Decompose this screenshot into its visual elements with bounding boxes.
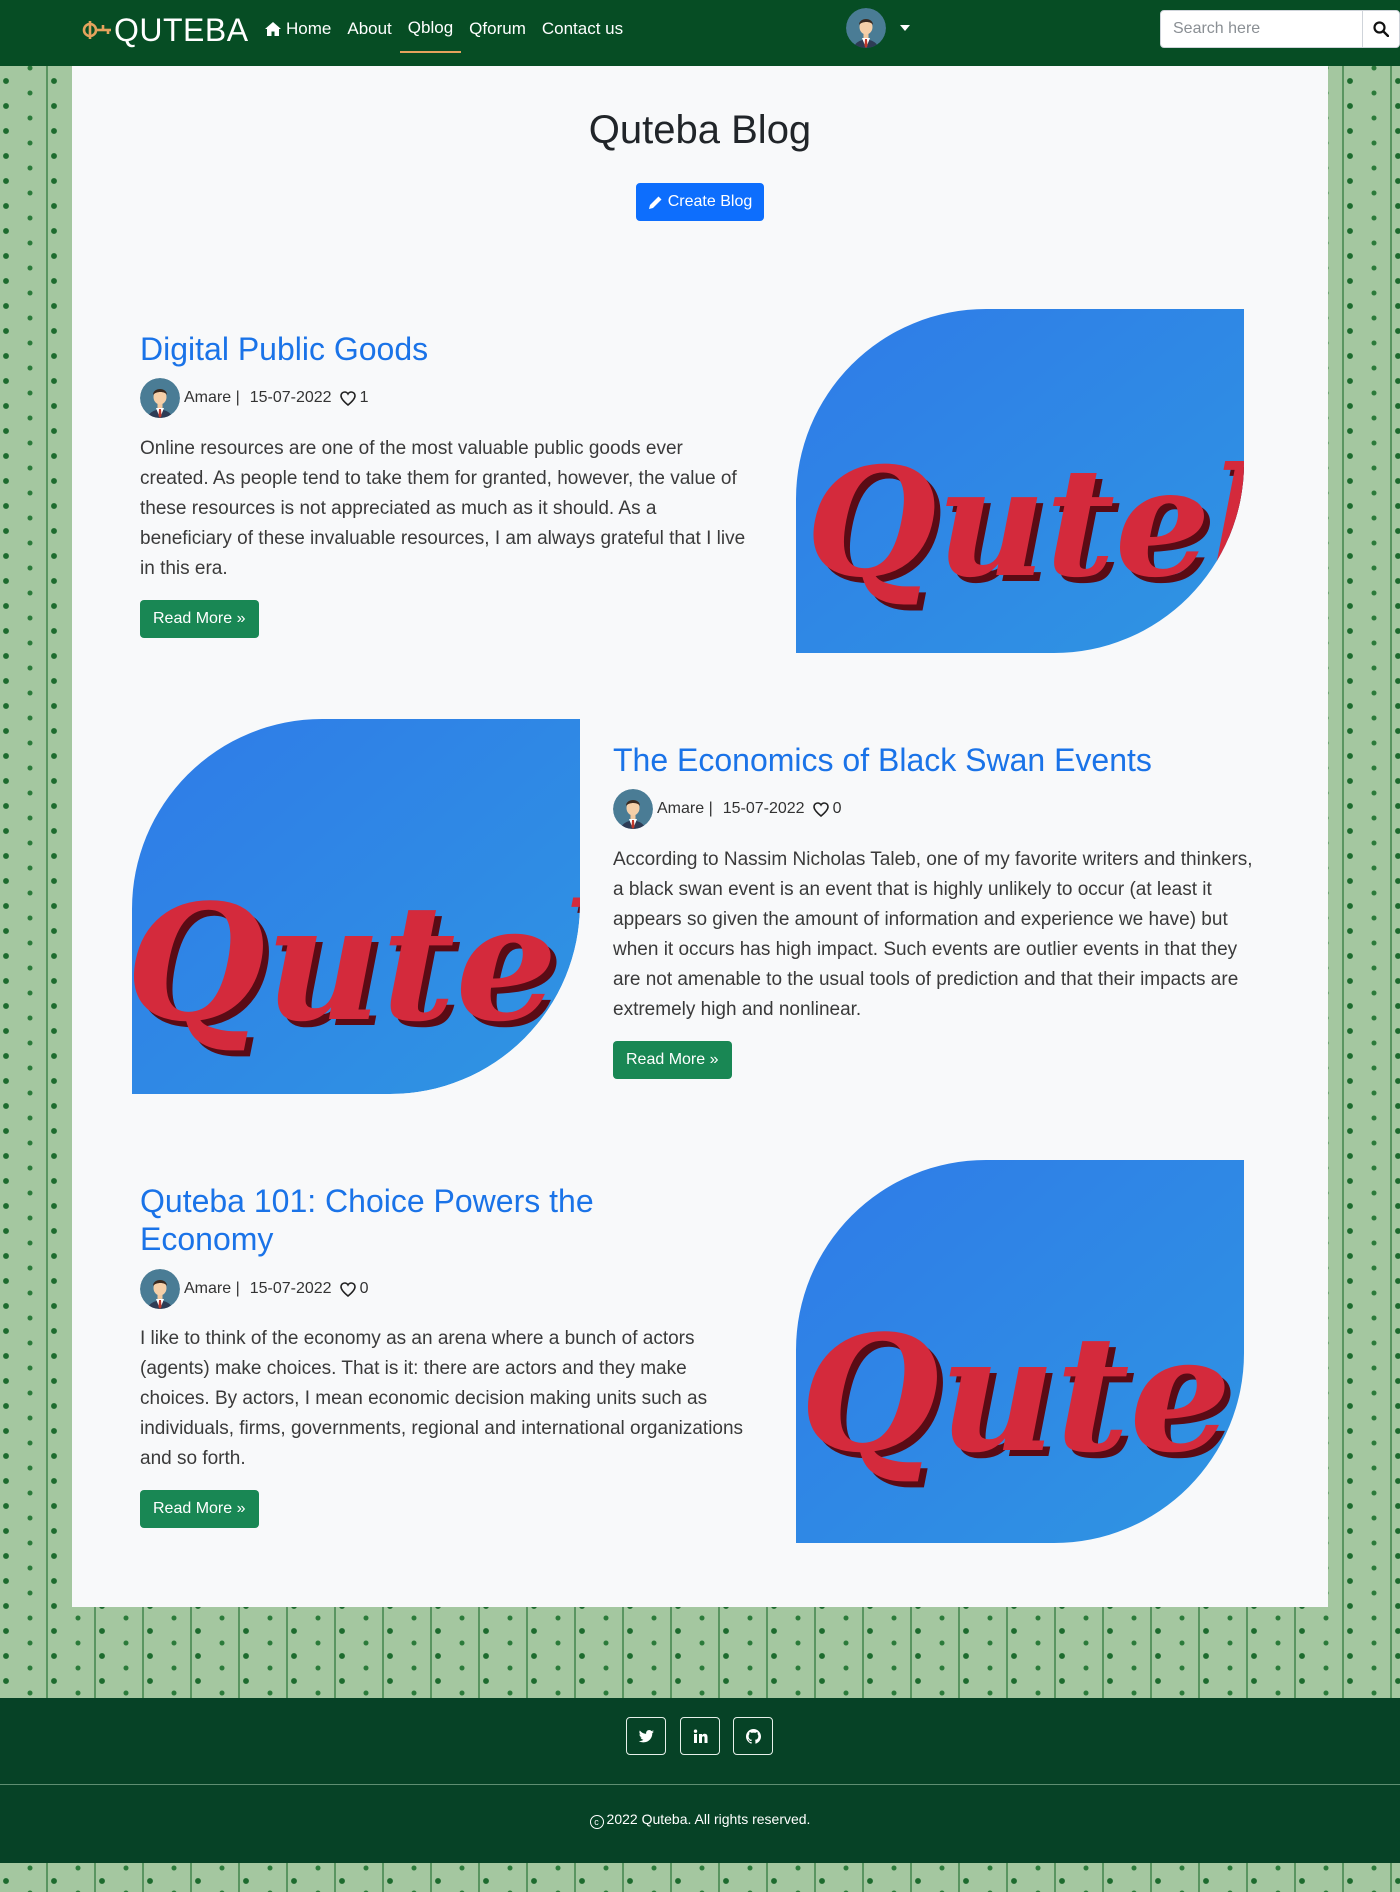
author-avatar xyxy=(140,1269,180,1309)
github-icon xyxy=(745,1728,761,1744)
nav-link-qblog[interactable]: Qblog xyxy=(399,12,462,53)
caret-down-icon xyxy=(900,25,910,31)
search-button[interactable] xyxy=(1362,11,1399,47)
post-image[interactable]: Quteba Quteba xyxy=(796,1160,1244,1543)
pencil-icon xyxy=(648,196,662,209)
nav-link-label: Qblog xyxy=(407,18,454,37)
nav-link-label: Contact us xyxy=(541,19,624,38)
create-blog-button[interactable]: Create Blog xyxy=(636,183,764,221)
like-count: 0 xyxy=(832,800,842,817)
svg-text:Quteba: Quteba xyxy=(132,869,580,1057)
twitter-icon xyxy=(638,1729,654,1742)
svg-text:Quteba: Quteba xyxy=(800,1300,1244,1488)
post-date: 15-07-2022 xyxy=(249,1280,332,1297)
avatar xyxy=(846,8,886,48)
post-date: 15-07-2022 xyxy=(249,389,332,406)
github-link[interactable] xyxy=(733,1717,773,1755)
nav-link-label: About xyxy=(347,19,392,38)
quteba-banner-image: Quteba Quteba xyxy=(796,309,1244,653)
brand-logo[interactable]: QUTEBA xyxy=(82,10,249,50)
post-image[interactable]: Quteba Quteba xyxy=(796,309,1244,653)
quteba-banner-image: Quteba Quteba xyxy=(796,1160,1244,1543)
post-title[interactable]: The Economics of Black Swan Events xyxy=(613,741,1273,779)
blog-main: Quteba Blog Create Blog Digital Public G… xyxy=(72,66,1328,1607)
quteba-logo-icon xyxy=(82,21,111,39)
post-author: Amare | xyxy=(184,1280,240,1297)
footer-social xyxy=(0,1698,1400,1784)
nav-link-about[interactable]: About xyxy=(339,12,399,53)
nav-link-qforum[interactable]: Qforum xyxy=(461,12,534,53)
copyright-icon: c xyxy=(589,1815,604,1829)
read-more-button[interactable]: Read More » xyxy=(140,1490,259,1528)
nav-link-contact[interactable]: Contact us xyxy=(534,12,631,53)
post-author: Amare | xyxy=(184,389,240,406)
linkedin-icon xyxy=(693,1729,707,1743)
post-meta: Amare | 15-07-2022 0 xyxy=(140,1269,368,1309)
search-form xyxy=(1160,10,1400,48)
nav-link-label: Qforum xyxy=(469,19,526,38)
home-icon xyxy=(265,22,281,36)
page-title: Quteba Blog xyxy=(588,108,812,152)
heart-icon[interactable] xyxy=(812,801,829,817)
search-input[interactable] xyxy=(1161,11,1362,47)
heart-icon[interactable] xyxy=(339,390,356,406)
post-excerpt: According to Nassim Nicholas Taleb, one … xyxy=(613,849,1253,1020)
post-date: 15-07-2022 xyxy=(722,800,805,817)
copyright-text: 2022 Quteba. All rights reserved. xyxy=(606,1811,811,1827)
author-avatar xyxy=(140,378,180,418)
quteba-banner-image: Quteba Quteba xyxy=(132,719,580,1094)
user-menu-toggle[interactable] xyxy=(846,8,910,48)
post-title[interactable]: Digital Public Goods xyxy=(140,330,700,368)
post-author: Amare | xyxy=(657,800,713,817)
post-meta: Amare | 15-07-2022 1 xyxy=(140,378,368,418)
author-avatar xyxy=(613,789,653,829)
nav-links: Home About Qblog Qforum Contact us xyxy=(256,12,631,53)
create-blog-label: Create Blog xyxy=(667,193,753,210)
post-excerpt: I like to think of the economy as an are… xyxy=(140,1328,744,1469)
read-more-button[interactable]: Read More » xyxy=(140,600,259,638)
post-title[interactable]: Quteba 101: Choice Powers the Economy xyxy=(140,1182,660,1258)
navbar: QUTEBA Home About Qblog Qforum Contact u… xyxy=(0,0,1400,66)
like-count: 0 xyxy=(359,1280,369,1297)
post-image[interactable]: Quteba Quteba xyxy=(132,719,580,1094)
brand-name: QUTEBA xyxy=(114,11,249,48)
post-meta: Amare | 15-07-2022 0 xyxy=(613,789,841,829)
heart-icon[interactable] xyxy=(339,1281,356,1297)
post-excerpt: Online resources are one of the most val… xyxy=(140,438,746,579)
linkedin-link[interactable] xyxy=(680,1717,720,1755)
nav-link-label: Home xyxy=(286,19,332,38)
copyright: c 2022 Quteba. All rights reserved. xyxy=(0,1811,1400,1829)
footer: c 2022 Quteba. All rights reserved. xyxy=(0,1785,1400,1863)
like-count: 1 xyxy=(359,389,369,406)
nav-link-home[interactable]: Home xyxy=(256,12,339,53)
search-icon xyxy=(1373,21,1389,37)
svg-text:Quteba: Quteba xyxy=(806,435,1244,611)
twitter-link[interactable] xyxy=(626,1717,666,1755)
read-more-button[interactable]: Read More » xyxy=(613,1041,732,1079)
